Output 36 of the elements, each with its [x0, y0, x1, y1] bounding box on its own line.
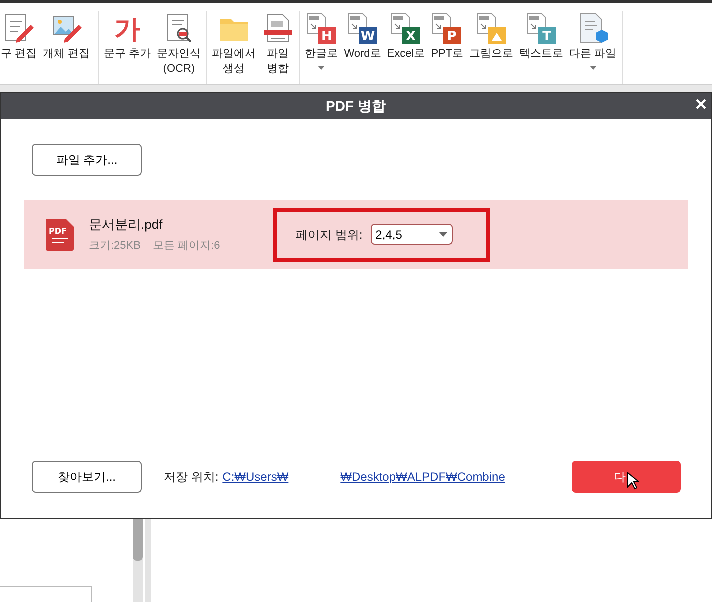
file-row[interactable]: PDF 문서분리.pdf 크기:25KB 모든 페이지:6 페이지 범위: 2,4,5: [24, 200, 688, 269]
ribbon-button[interactable]: 문자인식 (OCR): [157, 11, 202, 77]
file-size: 크기:25KB: [89, 238, 141, 254]
pdf-file-icon: PDF: [46, 218, 74, 250]
ribbon-button[interactable]: X Excel로: [387, 11, 426, 62]
browse-button[interactable]: 찾아보기...: [32, 461, 142, 493]
ribbon-button[interactable]: 파일에서 생성: [212, 11, 256, 77]
add-text-icon: 가: [114, 13, 141, 45]
close-button[interactable]: ×: [695, 93, 707, 117]
save-path-link[interactable]: ₩Desktop₩ALPDF₩Combine: [340, 468, 506, 486]
document-pencil-icon: [3, 13, 36, 45]
ribbon-button[interactable]: 그림으로: [470, 11, 514, 62]
dialog-title: PDF 병합: [326, 96, 386, 116]
ribbon-button[interactable]: 구 편집: [1, 11, 38, 62]
ribbon-button[interactable]: H 한글로: [305, 11, 338, 70]
next-button[interactable]: 다: [572, 461, 681, 493]
cursor-icon: [627, 472, 639, 490]
ribbon-button[interactable]: W Word로: [344, 11, 382, 62]
save-path-link[interactable]: C:₩Users₩: [222, 468, 289, 486]
ribbon-button[interactable]: 다른 파일: [570, 11, 617, 70]
file-name: 문서분리.pdf: [89, 216, 164, 234]
caret-icon: [438, 232, 448, 237]
ribbon-button[interactable]: T 텍스트로: [520, 11, 564, 62]
document-merge-icon: [262, 13, 294, 45]
page-range-dropdown[interactable]: 2,4,5: [370, 224, 453, 245]
ribbon-button[interactable]: 가 문구 추가: [104, 11, 152, 62]
ribbon-button[interactable]: 파일 병합: [262, 11, 294, 77]
pdf-to-image-icon: [476, 13, 508, 45]
page-count: 모든 페이지:6: [152, 238, 220, 254]
page-range-label: 페이지 범위:: [296, 226, 363, 244]
add-file-button[interactable]: 파일 추가...: [32, 144, 142, 176]
ribbon-button[interactable]: 개체 편집: [43, 11, 90, 62]
save-location-label: 저장 위치:: [164, 469, 219, 486]
scroll-thumb[interactable]: [133, 519, 143, 561]
ribbon-button[interactable]: P PPT로: [431, 11, 464, 62]
scrollbar[interactable]: [133, 519, 143, 602]
